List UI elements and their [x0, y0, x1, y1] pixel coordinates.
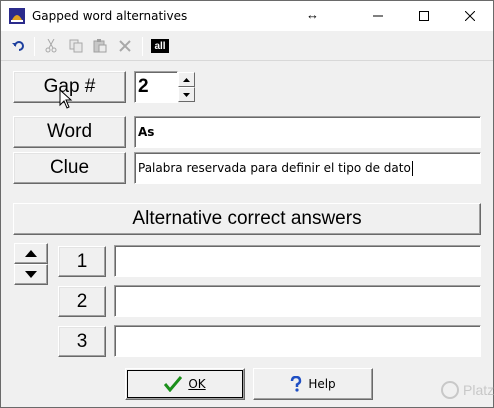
minimize-icon: [373, 15, 383, 17]
close-icon: [465, 11, 475, 21]
delete-button[interactable]: [115, 37, 135, 55]
alternatives-heading-text: Alternative correct answers: [132, 208, 362, 229]
paste-icon: [93, 39, 107, 53]
paste-button[interactable]: [90, 37, 110, 55]
chevron-down-icon: [183, 92, 190, 97]
clue-value: Palabra reservada para definir el tipo d…: [138, 161, 411, 175]
gap-number-value: 2: [138, 76, 149, 97]
word-value: As: [138, 125, 155, 139]
clue-label: Clue: [49, 157, 90, 178]
close-button[interactable]: [447, 1, 493, 31]
spin-up-button[interactable]: [178, 72, 195, 87]
platzi-logo-icon: [441, 381, 459, 399]
platzi-watermark: Platzi: [441, 381, 494, 399]
alternative-number-button[interactable]: 3: [58, 326, 106, 357]
word-input[interactable]: As: [134, 116, 481, 148]
triangle-up-icon: [25, 250, 37, 257]
window-title: Gapped word alternatives: [32, 9, 188, 23]
help-button[interactable]: Help: [253, 368, 373, 400]
checkmark-icon: [164, 376, 183, 392]
alternative-number: 1: [76, 250, 88, 272]
undo-button[interactable]: [9, 37, 29, 55]
delete-icon: [119, 40, 131, 52]
undo-icon: [12, 41, 24, 51]
alternative-number-button[interactable]: 1: [58, 246, 106, 277]
mouse-cursor-icon: [59, 89, 73, 109]
maximize-icon: [419, 11, 429, 21]
ok-label: OK: [188, 377, 206, 391]
chevron-up-icon: [183, 77, 190, 82]
resize-cursor-icon: ↔: [306, 7, 319, 22]
move-down-button[interactable]: [14, 264, 48, 285]
question-mark-icon: [291, 376, 302, 392]
word-label: Word: [46, 121, 93, 142]
help-label: Help: [308, 377, 336, 391]
alternative-number: 3: [76, 330, 88, 352]
toolbar-separator: [34, 37, 35, 56]
maximize-button[interactable]: [401, 1, 447, 31]
minimize-button[interactable]: [355, 1, 401, 31]
move-up-button[interactable]: [14, 243, 48, 264]
select-all-button[interactable]: all: [151, 39, 169, 53]
cut-button[interactable]: [41, 37, 61, 55]
alternative-input[interactable]: [114, 325, 481, 357]
alternative-number-button[interactable]: 2: [58, 286, 106, 317]
toolbar: all: [1, 31, 493, 61]
clue-button[interactable]: Clue: [13, 152, 126, 184]
title-bar[interactable]: Gapped word alternatives ↔: [1, 1, 493, 31]
copy-button[interactable]: [66, 37, 86, 55]
word-button[interactable]: Word: [13, 116, 126, 148]
text-caret: [411, 160, 413, 176]
copy-icon: [69, 39, 83, 53]
spin-down-button[interactable]: [178, 87, 195, 102]
cut-icon: [45, 39, 57, 53]
triangle-down-icon: [25, 271, 37, 278]
toolbar-separator: [142, 37, 143, 56]
app-icon: [9, 8, 25, 24]
alternatives-heading: Alternative correct answers: [13, 203, 481, 235]
gap-number-input[interactable]: 2: [134, 71, 178, 103]
ok-button[interactable]: OK: [125, 368, 245, 400]
dialog-window: Gapped word alternatives ↔ all Gap # 2 W…: [0, 0, 494, 408]
watermark-text: Platzi: [463, 382, 494, 398]
alternative-number: 2: [76, 290, 88, 312]
gap-number-spinner[interactable]: [178, 72, 195, 102]
alternative-input[interactable]: [114, 245, 481, 277]
clue-input[interactable]: Palabra reservada para definir el tipo d…: [134, 152, 481, 184]
alternative-input[interactable]: [114, 285, 481, 317]
